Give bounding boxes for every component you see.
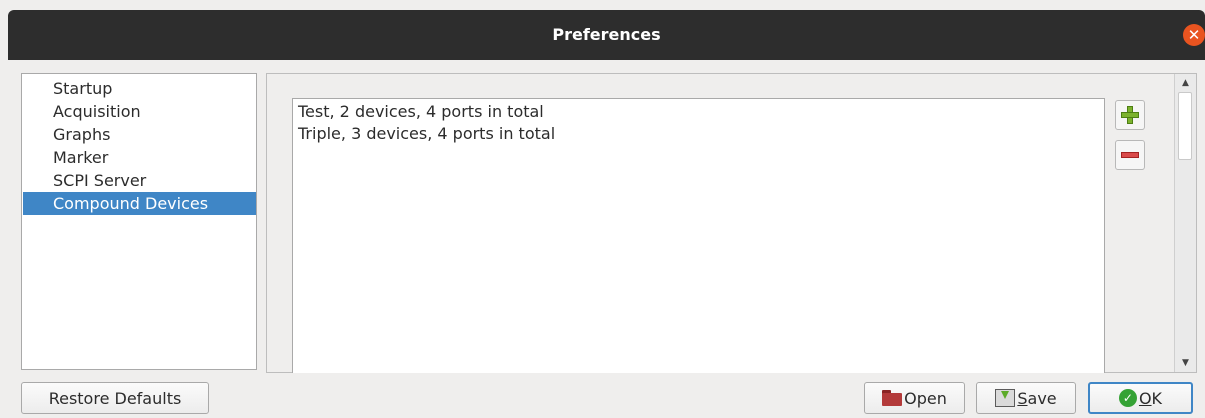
list-item[interactable]: Triple, 3 devices, 4 ports in total xyxy=(293,123,1104,145)
compound-device-list[interactable]: Test, 2 devices, 4 ports in total Triple… xyxy=(292,98,1105,373)
restore-defaults-button[interactable]: Restore Defaults xyxy=(21,382,209,414)
title-bar[interactable]: Preferences ✕ xyxy=(8,10,1205,60)
preferences-dialog: Preferences ✕ Startup Acquisition Graphs… xyxy=(0,0,1205,418)
save-button[interactable]: Save xyxy=(976,382,1076,414)
ok-label: OK xyxy=(1138,388,1163,408)
add-device-button[interactable] xyxy=(1115,100,1145,130)
category-item-marker[interactable]: Marker xyxy=(22,146,256,169)
preferences-category-list: Startup Acquisition Graphs Marker SCPI S… xyxy=(21,73,257,370)
save-icon xyxy=(995,389,1016,407)
category-item-scpi-server[interactable]: SCPI Server xyxy=(22,169,256,192)
category-item-graphs[interactable]: Graphs xyxy=(22,123,256,146)
minus-icon xyxy=(1121,152,1139,158)
scroll-up-arrow[interactable]: ▲ xyxy=(1175,74,1196,92)
category-item-startup[interactable]: Startup xyxy=(22,77,256,100)
chevron-down-icon: ▼ xyxy=(1182,358,1189,368)
scrollbar-thumb[interactable] xyxy=(1178,92,1192,160)
chevron-up-icon: ▲ xyxy=(1182,78,1189,88)
category-item-compound-devices[interactable]: Compound Devices xyxy=(23,192,256,215)
category-item-acquisition[interactable]: Acquisition xyxy=(22,100,256,123)
vertical-scrollbar[interactable]: ▲ ▼ xyxy=(1174,74,1196,372)
checkmark-icon: ✓ xyxy=(1118,389,1137,407)
close-icon: ✕ xyxy=(1187,25,1201,44)
ok-button[interactable]: ✓ OK xyxy=(1088,382,1193,414)
close-button[interactable]: ✕ xyxy=(1183,24,1205,46)
scroll-down-arrow[interactable]: ▼ xyxy=(1175,354,1196,372)
list-item[interactable]: Test, 2 devices, 4 ports in total xyxy=(293,101,1104,123)
restore-defaults-label: Restore Defaults xyxy=(48,388,182,408)
open-label: Open xyxy=(904,388,947,408)
folder-icon xyxy=(882,390,903,406)
save-label: Save xyxy=(1017,388,1057,408)
open-button[interactable]: Open xyxy=(864,382,965,414)
remove-device-button[interactable] xyxy=(1115,140,1145,170)
dialog-title: Preferences xyxy=(552,25,661,44)
plus-icon xyxy=(1121,106,1139,124)
